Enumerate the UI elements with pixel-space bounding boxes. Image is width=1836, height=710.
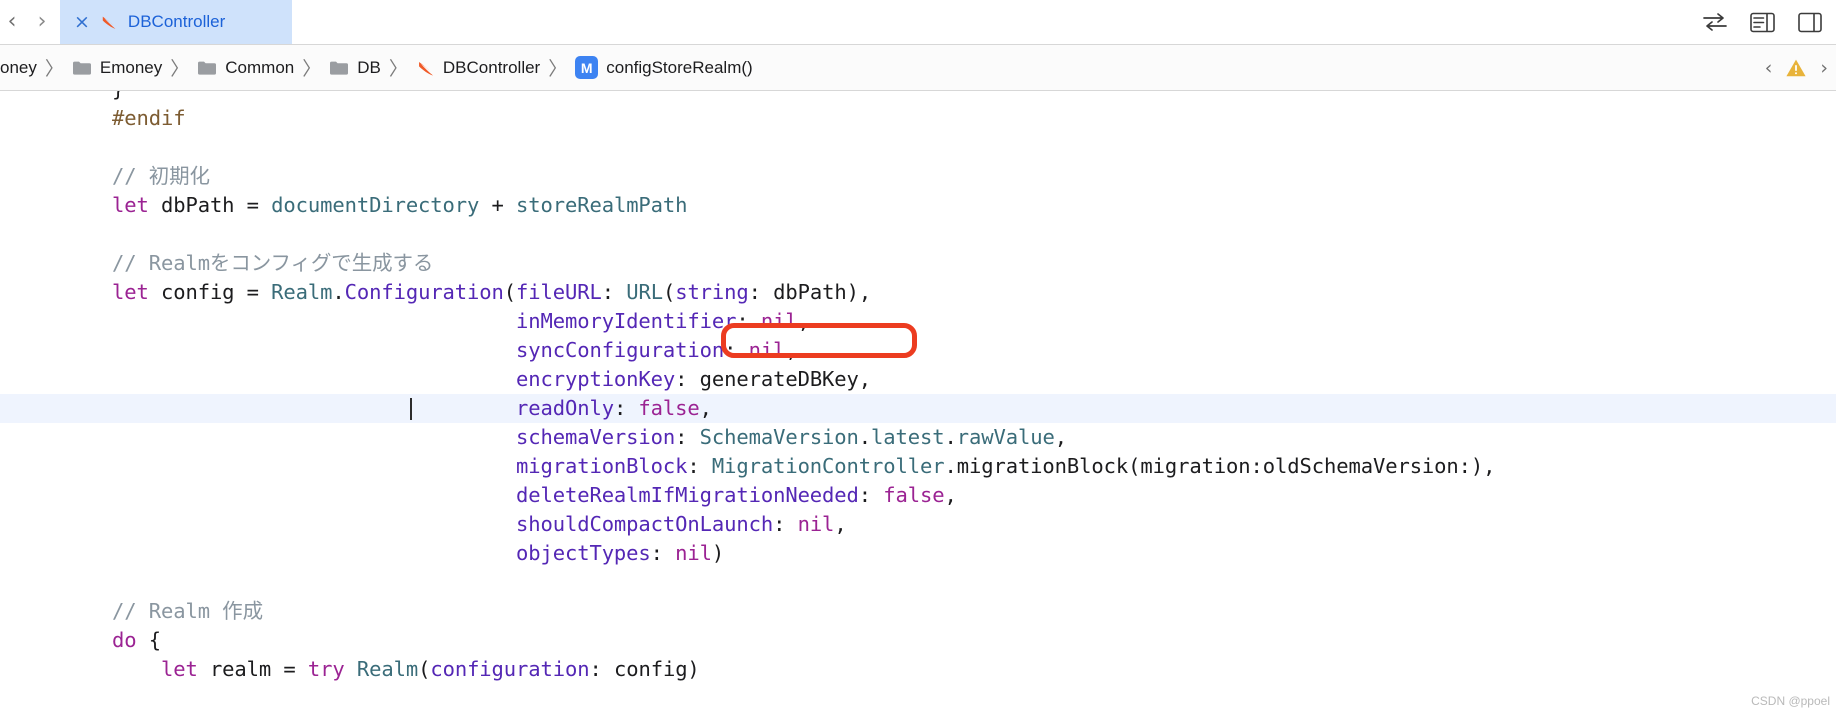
breadcrumb-bar: oney 〉 Emoney 〉 Common 〉 DB 〉 DBControll… <box>0 45 1836 91</box>
breadcrumb-label: DBController <box>442 57 541 77</box>
breadcrumb-label: Common <box>225 57 295 77</box>
code-line[interactable]: #endif <box>0 104 1836 133</box>
breadcrumb: oney 〉 Emoney 〉 Common 〉 DB 〉 DBControll… <box>0 54 1765 81</box>
code-line[interactable]: schemaVersion: SchemaVersion.latest.rawV… <box>0 423 1836 452</box>
code-line[interactable]: // Realmをコンフィグで生成する <box>0 249 1836 278</box>
breadcrumb-controls: ‹ › <box>1765 57 1836 79</box>
breadcrumb-separator-icon: 〉 <box>548 58 568 80</box>
code-line-highlighted[interactable]: readOnly: false, <box>0 394 1836 423</box>
editor-tab-dbcontroller[interactable]: × DBController <box>60 0 292 44</box>
chevron-right-icon[interactable]: › <box>1820 57 1828 79</box>
tab-label: DBController <box>127 12 226 31</box>
code-line[interactable]: // Realm 作成 <box>0 597 1836 626</box>
code-line[interactable]: deleteRealmIfMigrationNeeded: false, <box>0 481 1836 510</box>
editor-toolbar <box>1694 0 1836 44</box>
breadcrumb-label: configStoreRealm() <box>606 57 753 77</box>
forward-arrow-icon[interactable]: › <box>34 11 50 33</box>
breadcrumb-separator-icon: 〉 <box>302 58 322 80</box>
code-line[interactable] <box>0 568 1836 597</box>
breadcrumb-separator-icon: 〉 <box>170 58 190 80</box>
breadcrumb-separator-icon: 〉 <box>44 58 64 80</box>
breadcrumb-separator-icon: 〉 <box>388 58 408 80</box>
tab-bar-spacer <box>292 0 1694 44</box>
text-cursor <box>410 398 412 420</box>
code-line[interactable]: let config = Realm.Configuration(fileURL… <box>0 278 1836 307</box>
code-line[interactable]: do { <box>0 626 1836 655</box>
code-line[interactable]: let dbPath = documentDirectory + storeRe… <box>0 191 1836 220</box>
inspector-icon[interactable] <box>1750 12 1776 33</box>
breadcrumb-item-common[interactable]: Common <box>191 58 300 78</box>
breadcrumb-item-dbcontroller[interactable]: DBController <box>410 58 546 78</box>
code-content: } #endif // 初期化 let dbPath = documentDir… <box>0 91 1836 684</box>
code-line[interactable]: let realm = try Realm(configuration: con… <box>0 655 1836 684</box>
swift-file-icon <box>416 58 435 77</box>
breadcrumb-item-emoney[interactable]: Emoney <box>66 58 168 78</box>
code-line[interactable]: shouldCompactOnLaunch: nil, <box>0 510 1836 539</box>
breadcrumb-label: DB <box>357 57 381 77</box>
code-line[interactable]: // 初期化 <box>0 162 1836 191</box>
swift-file-icon <box>100 13 119 32</box>
code-line[interactable] <box>0 220 1836 249</box>
breadcrumb-item-project[interactable]: oney <box>0 58 43 78</box>
breadcrumb-item-method[interactable]: M configStoreRealm() <box>569 56 758 79</box>
code-editor[interactable]: } #endif // 初期化 let dbPath = documentDir… <box>0 91 1836 710</box>
close-icon[interactable]: × <box>74 12 91 32</box>
code-review-icon[interactable] <box>1702 12 1728 32</box>
warning-triangle-icon[interactable] <box>1785 58 1807 78</box>
folder-icon <box>197 60 217 76</box>
navigation-arrows: ‹ › <box>0 0 60 44</box>
code-line[interactable]: } <box>0 91 1836 104</box>
breadcrumb-item-db[interactable]: DB <box>323 58 387 78</box>
method-badge: M <box>575 56 599 79</box>
code-line[interactable]: objectTypes: nil) <box>0 539 1836 568</box>
watermark: CSDN @ppoel <box>1751 694 1830 708</box>
folder-icon <box>329 60 349 76</box>
code-line[interactable]: inMemoryIdentifier: nil, <box>0 307 1836 336</box>
back-arrow-icon[interactable]: ‹ <box>4 11 20 33</box>
code-line[interactable] <box>0 133 1836 162</box>
code-line[interactable]: syncConfiguration: nil, <box>0 336 1836 365</box>
code-line-annotated[interactable]: encryptionKey: generateDBKey, <box>0 365 1836 394</box>
breadcrumb-label: Emoney <box>99 57 163 77</box>
breadcrumb-label: oney <box>0 57 37 77</box>
code-line[interactable]: migrationBlock: MigrationController.migr… <box>0 452 1836 481</box>
tab-bar: ‹ › × DBController <box>0 0 1836 45</box>
panel-toggle-icon[interactable] <box>1798 12 1822 33</box>
folder-icon <box>72 60 92 76</box>
chevron-left-icon[interactable]: ‹ <box>1765 57 1773 79</box>
